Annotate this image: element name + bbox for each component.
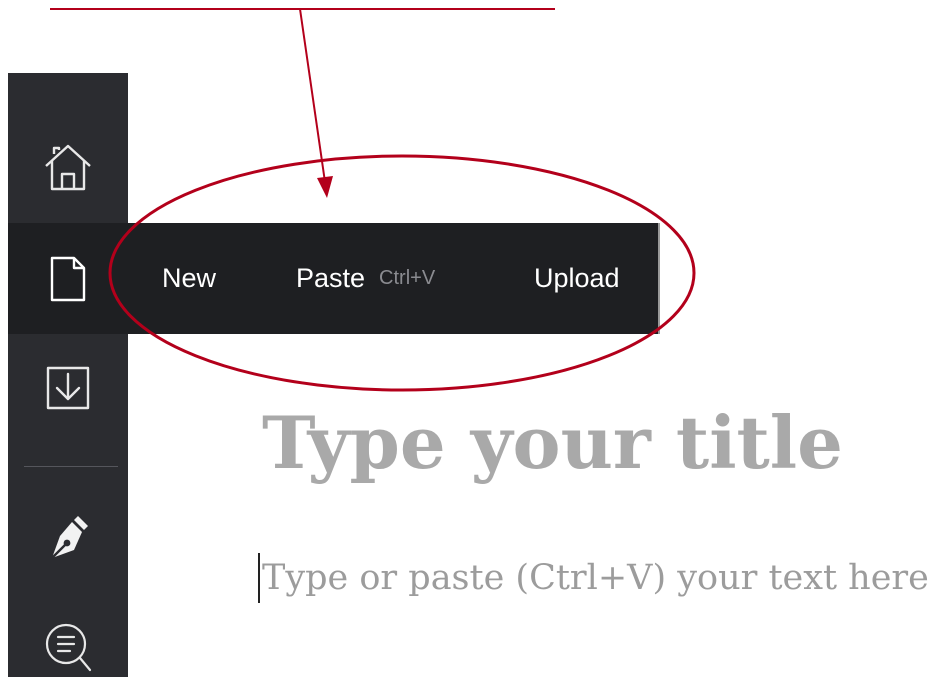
sidebar-item-write[interactable] (8, 503, 128, 573)
sidebar-item-import[interactable] (8, 358, 128, 418)
sidebar-item-review[interactable] (8, 618, 128, 677)
menu-item-paste[interactable]: Paste Ctrl+V (296, 223, 435, 334)
title-placeholder: Type your title (262, 400, 843, 485)
menu-edge-divider (658, 223, 660, 334)
document-icon (48, 255, 88, 303)
body-text-input[interactable]: Type or paste (Ctrl+V) your text here (258, 548, 938, 608)
left-sidebar (8, 73, 128, 677)
menu-item-new[interactable]: New (162, 223, 216, 334)
sidebar-divider (24, 466, 118, 467)
paste-label: Paste (296, 263, 366, 293)
sidebar-item-document[interactable] (8, 223, 128, 334)
new-label: New (162, 263, 217, 293)
screenshot-stage: New Paste Ctrl+V Upload Type your title … (0, 0, 939, 677)
title-input[interactable]: Type your title (262, 395, 922, 490)
text-caret (258, 553, 260, 603)
body-placeholder: Type or paste (Ctrl+V) your text here (262, 558, 929, 598)
paste-shortcut-hint: Ctrl+V (379, 267, 436, 289)
new-document-menu: New Paste Ctrl+V Upload (128, 223, 658, 334)
annotation-arrow-head (317, 176, 333, 198)
annotation-arrow-shaft (299, 8, 326, 183)
menu-item-upload[interactable]: Upload (534, 223, 620, 334)
import-icon (44, 364, 92, 412)
home-icon (42, 142, 94, 194)
search-list-icon (42, 620, 94, 676)
sidebar-item-home[interactable] (8, 133, 128, 203)
upload-label: Upload (534, 263, 620, 293)
pen-icon (44, 512, 92, 564)
